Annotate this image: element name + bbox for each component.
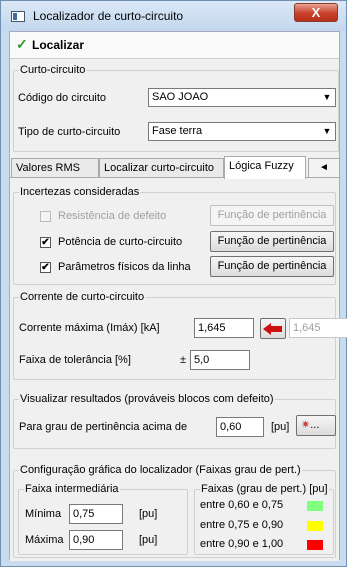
potencia-function-button[interactable]: Função de pertinência — [210, 231, 334, 252]
visualize-button-text: ... — [310, 419, 320, 431]
tolerance-label: Faixa de tolerância [%] — [19, 354, 131, 366]
potencia-label: Potência de curto-circuito — [58, 236, 183, 248]
title-bar[interactable]: Localizador de curto-circuito X — [1, 1, 346, 31]
group-title: Incertezas consideradas — [19, 186, 141, 199]
max-unit: [pu] — [139, 534, 158, 546]
arrow-left-icon — [263, 323, 282, 335]
circuit-code-label: Código do circuito — [18, 92, 107, 104]
max-input[interactable]: 0,90 — [69, 530, 123, 550]
config-group: Configuração gráfica do localizador (Fai… — [13, 464, 336, 558]
plus-minus-symbol: ± — [180, 354, 187, 366]
parametros-label: Parâmetros físicos da linha — [58, 261, 191, 273]
group-title: Faixa intermediária — [24, 483, 120, 496]
max-current-input[interactable]: 1,645 — [194, 318, 254, 338]
visualizar-group: Visualizar resultados (prováveis blocos … — [13, 393, 336, 449]
faixa-label-1: entre 0,60 e 0,75 — [200, 499, 284, 511]
window-title: Localizador de curto-circuito — [33, 9, 184, 23]
faixa-label-2: entre 0,75 e 0,90 — [200, 519, 284, 531]
copy-current-button[interactable] — [260, 318, 286, 339]
min-unit: [pu] — [139, 508, 158, 520]
potencia-checkbox[interactable]: ✔ — [40, 237, 51, 248]
short-type-value: Fase terra — [152, 125, 203, 137]
faixa-intermediaria-group: Faixa intermediária Mínima 0,75 [pu] Máx… — [18, 483, 188, 555]
resistencia-function-button[interactable]: Função de pertinência — [210, 205, 334, 226]
resistencia-label: Resistência de defeito — [58, 210, 167, 222]
min-input[interactable]: 0,75 — [69, 504, 123, 524]
fuzzy-panel: Incertezas consideradas Resistência de d… — [10, 177, 347, 561]
group-title: Curto-circuito — [19, 64, 87, 77]
close-button[interactable]: X — [294, 3, 338, 22]
min-label: Mínima — [25, 508, 62, 520]
tab-valores-rms[interactable]: Valores RMS — [11, 158, 99, 178]
curto-circuito-group: Curto-circuito Código do circuito SAO JO… — [13, 64, 339, 152]
tab-logica-fuzzy[interactable]: Lógica Fuzzy — [224, 156, 306, 179]
group-title: Visualizar resultados (prováveis blocos … — [19, 393, 275, 406]
chevron-down-icon[interactable]: ▼ — [319, 123, 335, 140]
toolbar: ✓ Localizar — [10, 32, 339, 59]
dialog-window: Localizador de curto-circuito X ✓ Locali… — [0, 0, 347, 567]
short-type-label: Tipo de curto-circuito — [18, 126, 121, 138]
client-area: ✓ Localizar Curto-circuito Código do cir… — [9, 31, 347, 561]
faixa-swatch-green[interactable] — [307, 501, 323, 511]
app-window-icon — [11, 11, 25, 22]
chevron-down-icon[interactable]: ▼ — [319, 89, 335, 106]
tab-strip: Valores RMS Localizar curto-circuito Lóg… — [10, 156, 340, 179]
group-title: Corrente de curto-circuito — [19, 291, 146, 304]
max-current-readonly: 1,645 — [289, 318, 347, 338]
faixa-swatch-red[interactable] — [307, 540, 323, 550]
circuit-code-value: SAO JOAO — [152, 91, 209, 103]
group-title: Faixas (grau de pert.) [pu] — [200, 483, 329, 496]
tab-scroll-left-icon[interactable]: ◄ — [308, 158, 340, 178]
parametros-checkbox[interactable]: ✔ — [40, 262, 51, 273]
parametros-function-button[interactable]: Função de pertinência — [210, 256, 334, 277]
tab-localizar-curto[interactable]: Localizar curto-circuito — [99, 158, 224, 178]
short-type-select[interactable]: Fase terra ▼ — [148, 122, 336, 141]
threshold-unit: [pu] — [271, 421, 290, 433]
localizar-button[interactable]: Localizar — [32, 38, 84, 52]
resistencia-checkbox[interactable] — [40, 211, 51, 222]
threshold-input[interactable]: 0,60 — [216, 417, 264, 437]
faixa-swatch-yellow[interactable] — [307, 521, 323, 531]
group-title: Configuração gráfica do localizador (Fai… — [19, 464, 302, 477]
max-current-label: Corrente máxima (Imáx) [kA] — [19, 322, 160, 334]
incertezas-group: Incertezas consideradas Resistência de d… — [13, 186, 336, 285]
circuit-code-select[interactable]: SAO JOAO ▼ — [148, 88, 336, 107]
tolerance-input[interactable]: 5,0 — [190, 350, 250, 370]
threshold-label: Para grau de pertinência acima de — [19, 421, 188, 433]
max-label: Máxima — [25, 534, 64, 546]
corrente-group: Corrente de curto-circuito Corrente máxi… — [13, 291, 347, 380]
faixa-label-3: entre 0,90 e 1,00 — [200, 538, 284, 550]
visualize-button[interactable]: ✷... — [296, 415, 336, 436]
sparkle-icon: ✷ — [301, 419, 311, 431]
faixas-group: Faixas (grau de pert.) [pu] entre 0,60 e… — [194, 483, 334, 555]
checkmark-icon: ✓ — [16, 36, 28, 52]
